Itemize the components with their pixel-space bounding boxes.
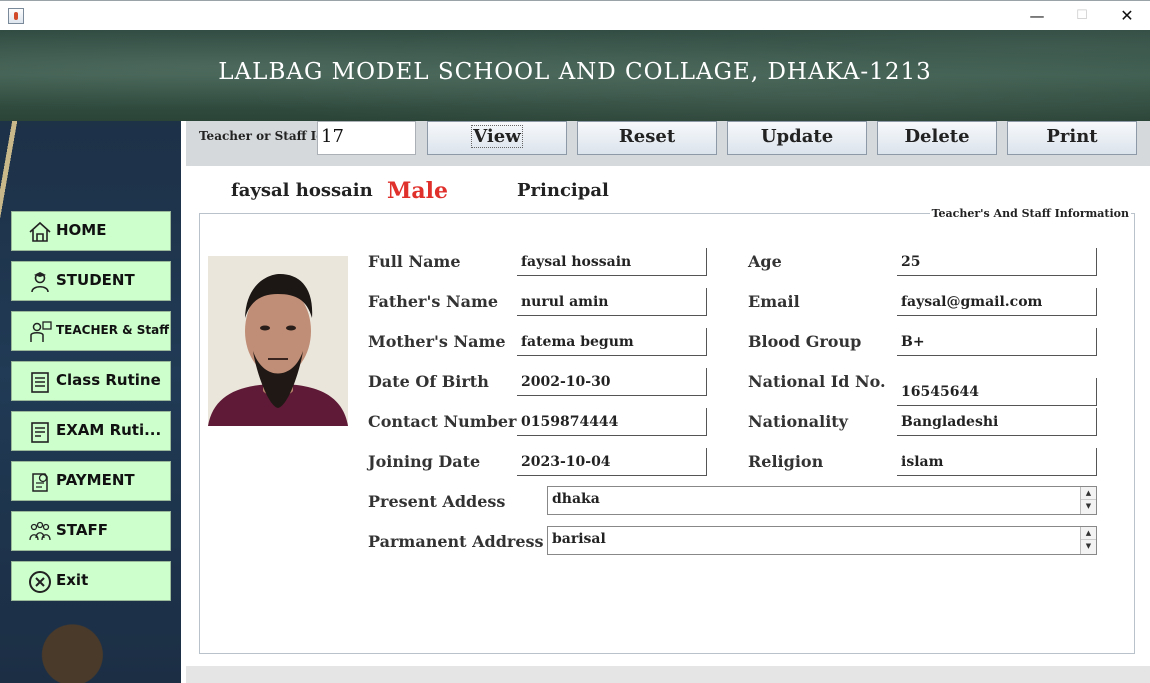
sidebar: HOME STUDENT TEACHER & Staff Class Rutin…	[0, 121, 181, 683]
date-of-birth-label: Date Of Birth	[368, 372, 489, 391]
full-name-field[interactable]: faysal hossain	[517, 248, 707, 276]
main-panel: faysal hossain Male Principal Teacher's …	[186, 166, 1150, 666]
scroll-up-arrow-icon[interactable]: ▲	[1081, 487, 1096, 500]
nav-staff-label: STAFF	[56, 521, 108, 539]
home-icon	[29, 221, 51, 242]
blood-group-field[interactable]: B+	[897, 328, 1097, 356]
contact-number-label: Contact Number	[368, 412, 517, 431]
nationality-label: Nationality	[748, 412, 848, 431]
joining-date-label: Joining Date	[368, 452, 481, 471]
school-header-banner: LALBAG MODEL SCHOOL AND COLLAGE, DHAKA-1…	[0, 30, 1150, 121]
national-id-field[interactable]: 16545644	[897, 378, 1097, 406]
group-title: Teacher's And Staff Information	[929, 207, 1131, 220]
nav-student-label: STUDENT	[56, 271, 135, 289]
mothers-name-label: Mother's Name	[368, 332, 506, 351]
delete-button[interactable]: Delete	[877, 121, 997, 155]
present-address-scrollbar[interactable]: ▲ ▼	[1080, 487, 1096, 514]
nav-teacher-label: TEACHER & Staff	[56, 323, 169, 337]
present-address-field[interactable]: dhaka ▲ ▼	[547, 486, 1097, 515]
nav-home-button[interactable]: HOME	[11, 211, 171, 251]
nav-class-routine-label: Class Rutine	[56, 371, 161, 389]
email-field[interactable]: faysal@gmail.com	[897, 288, 1097, 316]
nav-home-label: HOME	[56, 221, 107, 239]
exit-icon	[29, 571, 51, 593]
nationality-field[interactable]: Bangladeshi	[897, 408, 1097, 436]
full-name-label: Full Name	[368, 252, 461, 271]
scroll-down-arrow-icon[interactable]: ▼	[1081, 540, 1096, 553]
search-toolbar: Teacher or Staff Id 17 View Reset Update…	[186, 121, 1150, 166]
view-button[interactable]: View	[427, 121, 567, 155]
staff-id-input[interactable]: 17	[317, 121, 416, 155]
nav-exit-button[interactable]: Exit	[11, 561, 171, 601]
schedule-icon	[31, 372, 49, 393]
contact-number-field[interactable]: 0159874444	[517, 408, 707, 436]
nav-exit-label: Exit	[56, 571, 89, 589]
age-field[interactable]: 25	[897, 248, 1097, 276]
date-of-birth-field[interactable]: 2002-10-30	[517, 368, 707, 396]
nav-payment-label: PAYMENT	[56, 471, 135, 489]
print-button[interactable]: Print	[1007, 121, 1137, 155]
staff-group-icon	[29, 521, 51, 541]
nav-class-routine-button[interactable]: Class Rutine	[11, 361, 171, 401]
staff-id-label: Teacher or Staff Id	[199, 129, 325, 143]
scroll-up-arrow-icon[interactable]: ▲	[1081, 527, 1096, 540]
reset-button[interactable]: Reset	[577, 121, 717, 155]
nav-staff-button[interactable]: STAFF	[11, 511, 171, 551]
present-address-value: dhaka	[552, 491, 600, 507]
student-icon	[31, 272, 49, 293]
summary-gender: Male	[387, 178, 448, 204]
religion-label: Religion	[748, 452, 824, 471]
fathers-name-label: Father's Name	[368, 292, 499, 311]
minimize-button[interactable]: —	[1014, 1, 1060, 31]
email-label: Email	[748, 292, 800, 311]
main-bottom-strip	[186, 666, 1150, 683]
fathers-name-field[interactable]: nurul amin	[517, 288, 707, 316]
scroll-down-arrow-icon[interactable]: ▼	[1081, 500, 1096, 513]
age-label: Age	[748, 252, 782, 271]
national-id-label: National Id No.	[748, 372, 886, 391]
summary-name: faysal hossain	[231, 180, 373, 201]
teacher-icon	[30, 321, 52, 342]
permanent-address-scrollbar[interactable]: ▲ ▼	[1080, 527, 1096, 554]
update-button[interactable]: Update	[727, 121, 867, 155]
religion-field[interactable]: islam	[897, 448, 1097, 476]
blood-group-label: Blood Group	[748, 332, 862, 351]
view-button-label: View	[471, 125, 523, 148]
nav-exam-routine-label: EXAM Ruti...	[56, 421, 162, 439]
nav-student-button[interactable]: STUDENT	[11, 261, 171, 301]
permanent-address-label: Parmanent Address	[368, 532, 544, 551]
present-address-label: Present Addess	[368, 492, 506, 511]
school-title: LALBAG MODEL SCHOOL AND COLLAGE, DHAKA-1…	[218, 59, 932, 85]
nav-payment-button[interactable]: PAYMENT	[11, 461, 171, 501]
nav-exam-routine-button[interactable]: EXAM Ruti...	[11, 411, 171, 451]
permanent-address-value: barisal	[552, 531, 606, 547]
staff-info-group: Teacher's And Staff Information Full Nam…	[199, 207, 1135, 654]
profile-photo	[208, 256, 348, 426]
maximize-button[interactable]: ☐	[1059, 1, 1105, 31]
java-app-icon	[8, 8, 24, 24]
exam-schedule-icon	[31, 422, 49, 443]
nav-teacher-button[interactable]: TEACHER & Staff	[11, 311, 171, 351]
payment-icon	[32, 473, 48, 492]
mothers-name-field[interactable]: fatema begum	[517, 328, 707, 356]
window-title-bar: — ☐ ✕	[0, 0, 1150, 30]
summary-role: Principal	[517, 180, 609, 201]
close-button[interactable]: ✕	[1104, 1, 1150, 31]
permanent-address-field[interactable]: barisal ▲ ▼	[547, 526, 1097, 555]
joining-date-field[interactable]: 2023-10-04	[517, 448, 707, 476]
